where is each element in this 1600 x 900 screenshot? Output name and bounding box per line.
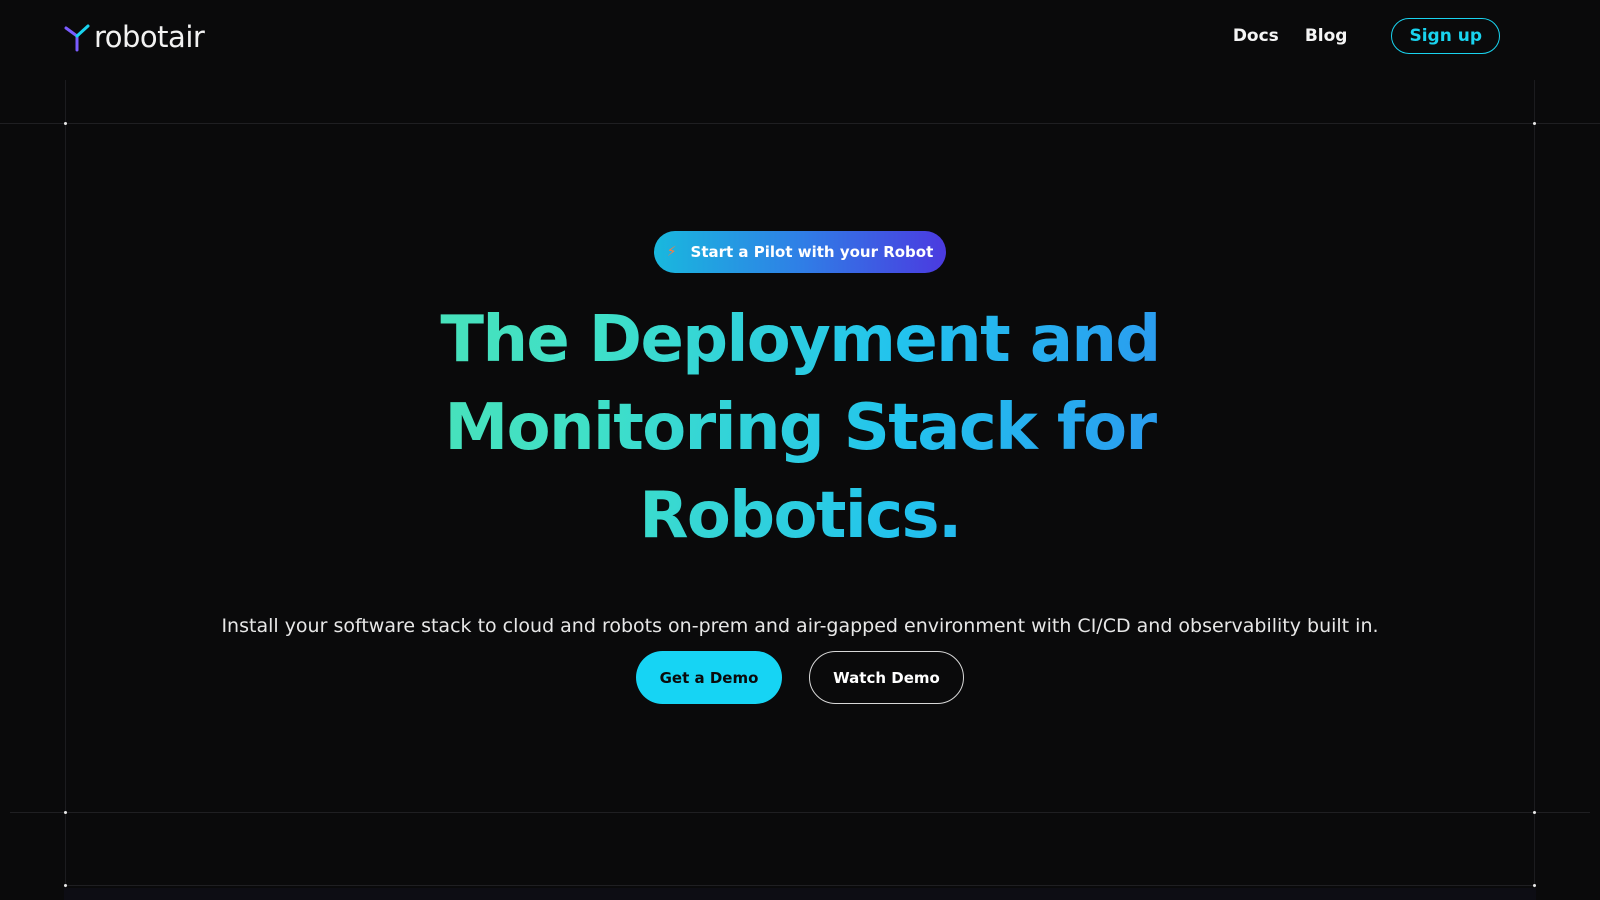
frame-corner-dot xyxy=(64,811,67,814)
signup-button[interactable]: Sign up xyxy=(1391,18,1500,54)
top-nav: Docs Blog Sign up xyxy=(1233,17,1500,55)
pilot-pill-button[interactable]: ⚡ Start a Pilot with your Robot xyxy=(654,231,946,273)
frame-line-bottom xyxy=(64,885,1536,886)
robotair-logo-icon xyxy=(64,24,90,52)
site-header: robotair Docs Blog Sign up xyxy=(0,0,1600,74)
frame-corner-dot xyxy=(64,122,67,125)
watch-demo-button[interactable]: Watch Demo xyxy=(809,651,964,704)
frame-line-left xyxy=(65,80,66,900)
frame-line-right xyxy=(1534,80,1535,900)
frame-corner-dot xyxy=(1533,122,1536,125)
nav-blog-link[interactable]: Blog xyxy=(1305,26,1348,46)
frame-corner-dot xyxy=(64,884,67,887)
nav-docs-link[interactable]: Docs xyxy=(1233,26,1279,46)
hero-headline: The Deployment and Monitoring Stack for … xyxy=(300,296,1300,560)
logo-link[interactable]: robotair xyxy=(64,20,205,54)
lightning-icon: ⚡ xyxy=(666,244,677,260)
landing-page: robotair Docs Blog Sign up ⚡ Start a Pil… xyxy=(0,0,1600,900)
frame-corner-dot xyxy=(1533,884,1536,887)
pilot-pill-label: Start a Pilot with your Robot xyxy=(690,243,934,261)
hero-subtitle: Install your software stack to cloud and… xyxy=(221,615,1379,637)
get-demo-button[interactable]: Get a Demo xyxy=(636,651,782,704)
headline-line-3: Robotics. xyxy=(300,472,1300,560)
frame-corner-dot xyxy=(1533,811,1536,814)
logo-text: robotair xyxy=(94,20,205,54)
next-section-edge xyxy=(64,888,1536,900)
headline-line-1: The Deployment and xyxy=(300,296,1300,384)
headline-line-2: Monitoring Stack for xyxy=(300,384,1300,472)
frame-line-middle xyxy=(10,812,1590,813)
frame-line-top xyxy=(0,123,1600,124)
